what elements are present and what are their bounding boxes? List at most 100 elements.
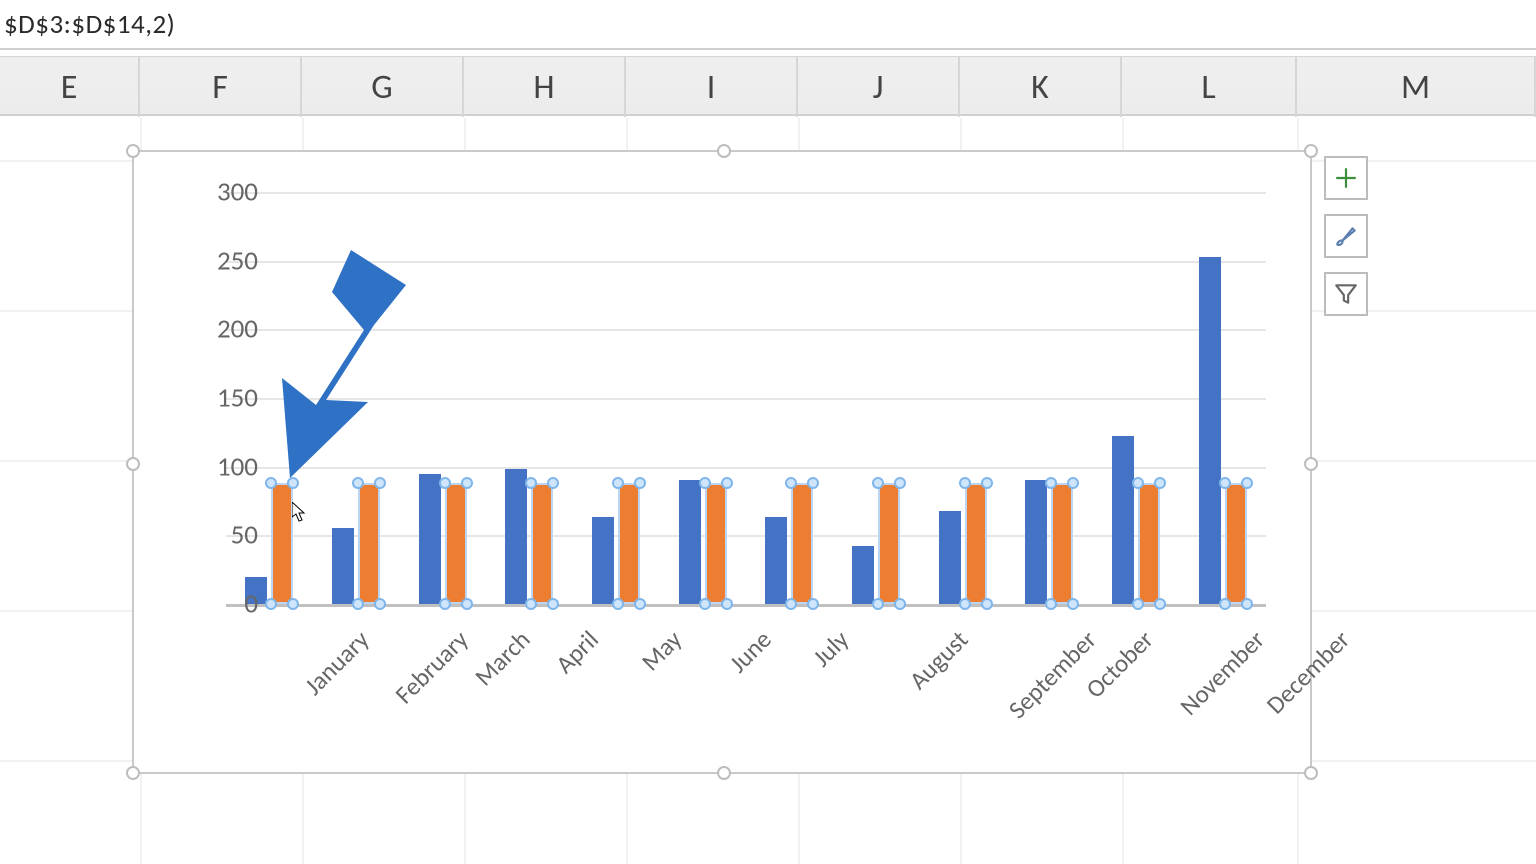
column-headers: EFGHIJKLM <box>0 56 1536 116</box>
y-tick-label: 0 <box>188 588 258 621</box>
selection-handle[interactable] <box>721 598 733 610</box>
column-header-F[interactable]: F <box>140 57 302 117</box>
chart-handle-e[interactable] <box>1304 457 1318 471</box>
selection-handle[interactable] <box>1154 477 1166 489</box>
selection-handle[interactable] <box>1241 598 1253 610</box>
bar-Series1-June[interactable] <box>679 480 701 604</box>
selection-handle[interactable] <box>1067 477 1079 489</box>
selection-handle[interactable] <box>1241 477 1253 489</box>
bar-Series1-May[interactable] <box>592 517 614 604</box>
column-header-H[interactable]: H <box>464 57 626 117</box>
selection-handle[interactable] <box>352 598 364 610</box>
column-header-K[interactable]: K <box>960 57 1122 117</box>
selection-handle[interactable] <box>525 598 537 610</box>
selection-handle[interactable] <box>872 598 884 610</box>
selection-handle[interactable] <box>699 477 711 489</box>
bar-Series2-January[interactable] <box>271 483 293 604</box>
selection-handle[interactable] <box>374 598 386 610</box>
x-tick-label: January <box>298 624 375 701</box>
y-tick-label: 300 <box>188 176 258 209</box>
selection-handle[interactable] <box>807 477 819 489</box>
chart-elements-button[interactable] <box>1324 156 1368 200</box>
bar-Series2-May[interactable] <box>618 483 640 604</box>
x-axis-labels: JanuaryFebruaryMarchAprilMayJuneJulyAugu… <box>226 614 1266 764</box>
chart-handle-s[interactable] <box>717 766 731 780</box>
chart-handle-nw[interactable] <box>126 144 140 158</box>
chart-object[interactable]: JanuaryFebruaryMarchAprilMayJuneJulyAugu… <box>132 150 1312 774</box>
selection-handle[interactable] <box>439 598 451 610</box>
selection-handle[interactable] <box>374 477 386 489</box>
selection-handle[interactable] <box>1154 598 1166 610</box>
x-tick-label: February <box>389 624 475 710</box>
bar-Series1-April[interactable] <box>505 469 527 604</box>
column-header-E[interactable]: E <box>0 57 140 117</box>
selection-handle[interactable] <box>1067 598 1079 610</box>
x-tick-label: August <box>903 624 975 696</box>
chart-handle-ne[interactable] <box>1304 144 1318 158</box>
column-header-I[interactable]: I <box>626 57 798 117</box>
selection-handle[interactable] <box>785 598 797 610</box>
selection-handle[interactable] <box>699 598 711 610</box>
x-tick-label: March <box>468 624 536 692</box>
y-tick-label: 200 <box>188 313 258 346</box>
selection-handle[interactable] <box>894 477 906 489</box>
bar-Series1-July[interactable] <box>765 517 787 604</box>
chart-handle-sw[interactable] <box>126 766 140 780</box>
bar-Series2-December[interactable] <box>1225 483 1247 604</box>
bar-Series2-September[interactable] <box>965 483 987 604</box>
selection-handle[interactable] <box>1219 477 1231 489</box>
bar-Series2-April[interactable] <box>531 483 553 604</box>
selection-handle[interactable] <box>981 598 993 610</box>
x-tick-label: May <box>635 624 688 677</box>
y-tick-label: 100 <box>188 450 258 483</box>
selection-handle[interactable] <box>612 598 624 610</box>
bar-Series1-August[interactable] <box>852 546 874 604</box>
selection-handle[interactable] <box>287 598 299 610</box>
selection-handle[interactable] <box>894 598 906 610</box>
column-header-L[interactable]: L <box>1122 57 1297 117</box>
chart-styles-button[interactable] <box>1324 214 1368 258</box>
bar-Series2-October[interactable] <box>1051 483 1073 604</box>
formula-bar[interactable]: $D$3:$D$14,2) <box>0 0 1536 50</box>
selection-handle[interactable] <box>807 598 819 610</box>
chart-side-buttons <box>1324 156 1368 316</box>
bar-Series2-March[interactable] <box>445 483 467 604</box>
selection-handle[interactable] <box>634 598 646 610</box>
chart-bars[interactable] <box>226 192 1266 604</box>
chart-handle-se[interactable] <box>1304 766 1318 780</box>
selection-handle[interactable] <box>634 477 646 489</box>
selection-handle[interactable] <box>1132 598 1144 610</box>
column-header-M[interactable]: M <box>1297 57 1536 117</box>
selection-handle[interactable] <box>959 477 971 489</box>
selection-handle[interactable] <box>981 477 993 489</box>
column-header-J[interactable]: J <box>798 57 960 117</box>
y-tick-label: 50 <box>188 519 258 552</box>
selection-handle[interactable] <box>461 598 473 610</box>
selection-handle[interactable] <box>547 477 559 489</box>
bar-Series2-August[interactable] <box>878 483 900 604</box>
selection-handle[interactable] <box>439 477 451 489</box>
bar-Series1-February[interactable] <box>332 528 354 604</box>
bar-Series2-November[interactable] <box>1138 483 1160 604</box>
chart-handle-n[interactable] <box>717 144 731 158</box>
selection-handle[interactable] <box>287 477 299 489</box>
selection-handle[interactable] <box>1219 598 1231 610</box>
bar-Series1-December[interactable] <box>1199 257 1221 604</box>
bar-Series1-November[interactable] <box>1112 436 1134 604</box>
column-header-G[interactable]: G <box>302 57 464 117</box>
bar-Series2-February[interactable] <box>358 483 380 604</box>
selection-handle[interactable] <box>461 477 473 489</box>
selection-handle[interactable] <box>959 598 971 610</box>
bar-Series1-March[interactable] <box>419 474 441 604</box>
bar-Series2-June[interactable] <box>705 483 727 604</box>
x-tick-label: July <box>807 624 856 673</box>
chart-handle-w[interactable] <box>126 457 140 471</box>
bar-Series1-October[interactable] <box>1025 480 1047 604</box>
bar-Series2-July[interactable] <box>791 483 813 604</box>
selection-handle[interactable] <box>547 598 559 610</box>
selection-handle[interactable] <box>265 598 277 610</box>
chart-filters-button[interactable] <box>1324 272 1368 316</box>
selection-handle[interactable] <box>721 477 733 489</box>
bar-Series1-September[interactable] <box>939 511 961 604</box>
selection-handle[interactable] <box>1045 598 1057 610</box>
